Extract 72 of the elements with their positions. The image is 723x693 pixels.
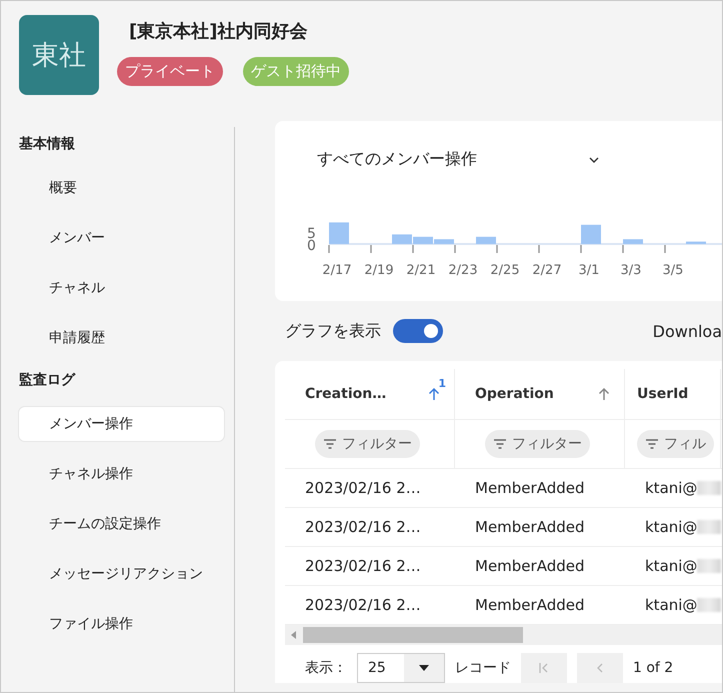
- sidebar-item[interactable]: チャネル操作: [19, 457, 224, 491]
- filter-icon: [645, 439, 659, 449]
- chart-bar: [476, 236, 496, 244]
- team-title: [東京本社]社内同好会: [129, 20, 308, 43]
- filter-icon: [323, 439, 337, 449]
- operation-dropdown[interactable]: すべてのメンバー操作: [317, 149, 605, 170]
- filter-button[interactable]: フィル: [637, 430, 714, 458]
- table-cell: MemberAdded: [475, 596, 584, 614]
- graph-toggle[interactable]: [393, 319, 443, 343]
- table-cell: 2023/02/16 2…: [305, 557, 421, 575]
- sidebar-item[interactable]: メッセージリアクション: [19, 557, 224, 591]
- redacted-block: [697, 520, 721, 534]
- redacted-block: [697, 559, 721, 573]
- caret-down-icon: [419, 665, 429, 671]
- table-cell: MemberAdded: [475, 518, 584, 536]
- sidebar-item[interactable]: メンバー: [19, 221, 224, 255]
- sidebar-item[interactable]: 申請履歴: [19, 321, 224, 355]
- toggle-label: グラフを表示: [285, 320, 381, 342]
- filter-icon: [493, 439, 507, 449]
- first-page-icon: [539, 663, 549, 673]
- chart-bar: [686, 242, 706, 244]
- scroll-left-icon[interactable]: [291, 631, 297, 639]
- sort-ascending-icon[interactable]: [428, 387, 440, 401]
- table-cell: ktani@: [645, 557, 698, 575]
- records-label: レコード: [455, 659, 511, 677]
- section-heading: 基本情報: [19, 135, 76, 154]
- redacted-block: [697, 481, 721, 495]
- table-cell: 2023/02/16 2…: [305, 518, 421, 536]
- section-heading: 監査ログ: [19, 371, 76, 390]
- chart-bar: [392, 234, 412, 244]
- horizontal-scrollbar[interactable]: [285, 625, 722, 645]
- x-axis-label: 2/23: [448, 263, 478, 278]
- chevron-down-icon: [589, 156, 599, 162]
- sidebar-item[interactable]: チャネル: [19, 271, 224, 305]
- x-axis-label: 3/3: [620, 263, 642, 278]
- column-header[interactable]: Operation: [455, 369, 625, 419]
- team-avatar: 東社: [19, 15, 99, 95]
- table-cell: MemberAdded: [475, 479, 584, 497]
- sidebar-item[interactable]: 概要: [19, 171, 224, 205]
- filter-button[interactable]: フィルター: [485, 430, 590, 458]
- x-axis-label: 2/19: [364, 263, 394, 278]
- x-axis-label: 3/5: [662, 263, 684, 278]
- table-cell: MemberAdded: [475, 557, 584, 575]
- table-cell: ktani@: [645, 518, 698, 536]
- x-axis-label: 2/17: [322, 263, 352, 278]
- chart-bar: [581, 224, 601, 244]
- rows-per-page-label: 表示：: [305, 659, 347, 677]
- chevron-left-icon: [595, 663, 605, 673]
- table-cell: 2023/02/16 2…: [305, 479, 421, 497]
- page-indicator: 1 of 2: [633, 660, 674, 676]
- redacted-block: [697, 598, 721, 612]
- sidebar-item[interactable]: チームの設定操作: [19, 507, 224, 541]
- table-cell: 2023/02/16 2…: [305, 596, 421, 614]
- sidebar-item[interactable]: ファイル操作: [19, 607, 224, 641]
- x-axis-label: 2/27: [532, 263, 562, 278]
- download-link[interactable]: Downloa: [652, 322, 722, 340]
- page-size-select[interactable]: 25: [357, 653, 445, 683]
- sidebar-item[interactable]: メンバー操作: [19, 407, 224, 441]
- table-cell: ktani@: [645, 479, 698, 497]
- chart-bar: [623, 239, 643, 244]
- x-axis-label: 3/1: [578, 263, 600, 278]
- status-badge: プライベート: [117, 57, 223, 86]
- x-axis-label: 2/25: [490, 263, 520, 278]
- sort-ascending-icon[interactable]: [598, 387, 610, 401]
- filter-button[interactable]: フィルター: [315, 430, 420, 458]
- table-cell: ktani@: [645, 596, 698, 614]
- y-axis-label: 0: [307, 238, 316, 254]
- sort-order-number: 1: [438, 377, 446, 390]
- status-badge: ゲスト招待中: [243, 57, 349, 86]
- x-axis-label: 2/21: [406, 263, 436, 278]
- chart-bar: [329, 222, 349, 244]
- column-header[interactable]: UserId: [625, 369, 721, 419]
